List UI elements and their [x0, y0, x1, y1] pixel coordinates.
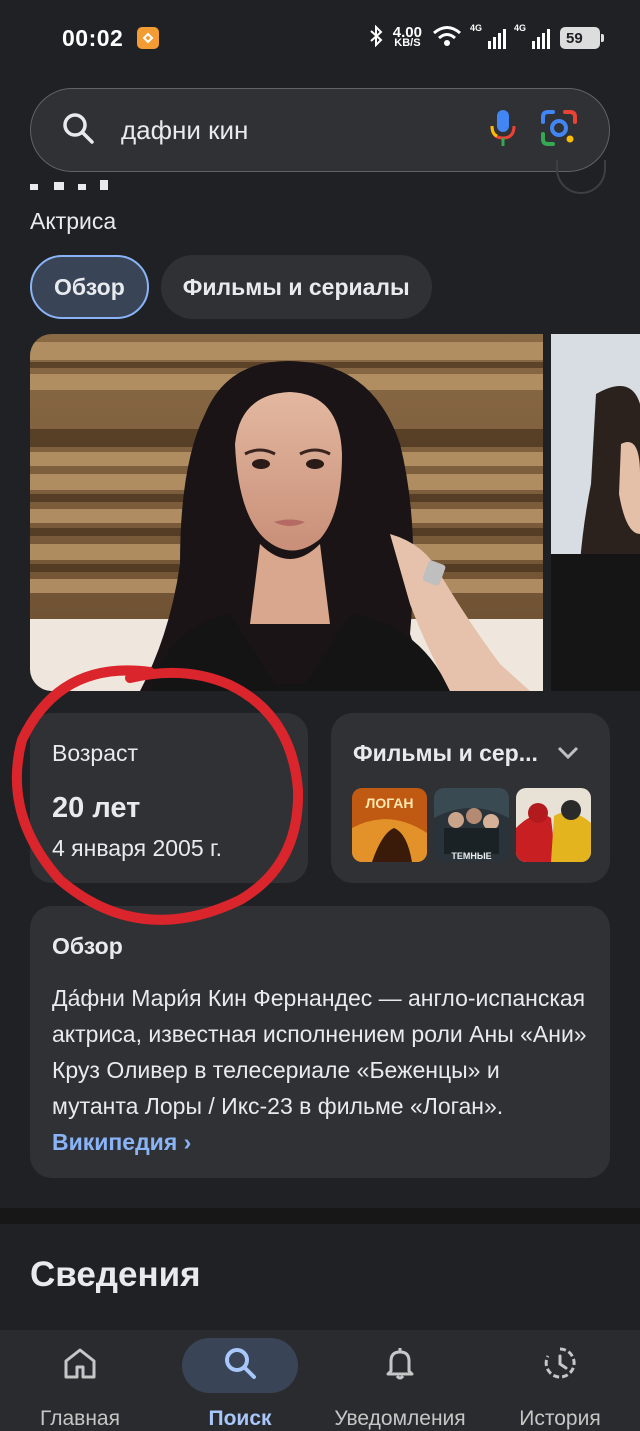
- next-photo-preview[interactable]: [551, 334, 640, 691]
- tab-overview[interactable]: Обзор: [30, 255, 149, 319]
- wifi-icon: [432, 25, 462, 52]
- entity-subtitle: Актриса: [30, 208, 117, 234]
- bottom-navigation: Главная Поиск Уведомления История: [0, 1330, 640, 1431]
- google-lens-icon[interactable]: [539, 108, 579, 153]
- microphone-icon[interactable]: [489, 108, 517, 153]
- bell-icon: [382, 1345, 418, 1386]
- poster-title-logan: ЛОГАН: [366, 795, 414, 811]
- films-card[interactable]: Фильмы и сер... ЛОГАН ТЕМНЫЕ: [331, 713, 610, 883]
- overview-text: Да́фни Мари́я Кин Фернандес — англо-испа…: [52, 980, 592, 1160]
- age-card[interactable]: Возраст 20 лет 4 января 2005 г.: [30, 713, 308, 883]
- age-label: Возраст: [52, 740, 139, 766]
- movie-poster-logan[interactable]: ЛОГАН: [352, 788, 427, 862]
- search-icon: [222, 1345, 258, 1386]
- signal-strength-icon-2: 4G: [514, 23, 550, 49]
- chevron-down-icon[interactable]: [555, 739, 581, 770]
- search-icon: [61, 111, 95, 150]
- wikipedia-link[interactable]: Википедия ›: [52, 1129, 191, 1155]
- nav-notifications[interactable]: Уведомления: [320, 1330, 480, 1431]
- age-value: 20 лет: [52, 792, 141, 824]
- app-notification-icon: [137, 27, 160, 49]
- nav-history[interactable]: История: [480, 1330, 640, 1431]
- overview-title: Обзор: [52, 933, 123, 959]
- movie-poster-deadpool[interactable]: [516, 788, 591, 862]
- network-speed: 4.00 KB/S: [392, 24, 422, 49]
- signal-strength-icon: 4G: [470, 23, 506, 49]
- scrolled-title-remnant: [30, 176, 130, 190]
- nav-search-label: Поиск: [208, 1407, 272, 1430]
- nav-notifications-label: Уведомления: [334, 1407, 466, 1430]
- share-button[interactable]: [556, 160, 606, 194]
- nav-history-label: История: [519, 1407, 601, 1430]
- overview-card: Обзор Да́фни Мари́я Кин Фернандес — англ…: [30, 906, 610, 1178]
- films-card-title: Фильмы и сер...: [353, 740, 538, 766]
- nav-search[interactable]: Поиск: [160, 1330, 320, 1431]
- poster-title-dark: ТЕМНЫЕ: [451, 851, 491, 861]
- status-time: 00:02: [62, 24, 124, 51]
- nav-home[interactable]: Главная: [0, 1330, 160, 1431]
- tabs: Обзор Фильмы и сериалы: [30, 255, 432, 319]
- overview-description: Да́фни Мари́я Кин Фернандес — англо-испа…: [52, 985, 587, 1119]
- home-icon: [62, 1345, 98, 1386]
- section-divider: [0, 1208, 640, 1224]
- search-bar[interactable]: дафни кин: [30, 88, 610, 172]
- actress-photo[interactable]: [30, 334, 543, 691]
- history-icon: [542, 1345, 578, 1386]
- bluetooth-icon: [369, 24, 383, 52]
- movie-poster-dark-materials[interactable]: ТЕМНЫЕ: [434, 788, 509, 862]
- status-bar: 00:02 4.00 KB/S 4G 4G 59: [0, 0, 640, 76]
- details-section-title: Сведения: [30, 1255, 201, 1294]
- birth-date: 4 января 2005 г.: [52, 835, 222, 861]
- tab-movies-series[interactable]: Фильмы и сериалы: [160, 255, 432, 319]
- nav-home-label: Главная: [40, 1407, 120, 1430]
- search-query[interactable]: дафни кин: [121, 115, 467, 146]
- battery-indicator: 59: [560, 27, 604, 49]
